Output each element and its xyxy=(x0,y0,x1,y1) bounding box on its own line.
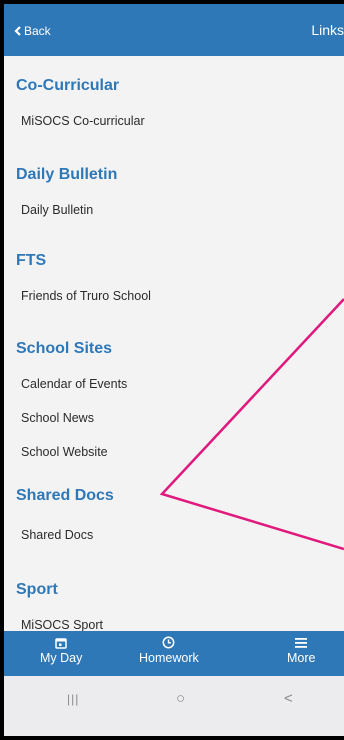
calendar-icon xyxy=(55,634,67,651)
phone-screen: Back Links Co-Curricular MiSOCS Co-curri… xyxy=(4,4,344,736)
nav-my-day-label: My Day xyxy=(40,651,83,665)
top-bar: Back Links xyxy=(4,4,344,56)
link-calendar-of-events[interactable]: Calendar of Events xyxy=(21,377,127,391)
page-title: Links xyxy=(311,22,344,38)
chevron-left-icon xyxy=(14,26,21,36)
back-button[interactable]: Back xyxy=(14,24,51,38)
clock-icon xyxy=(162,634,175,651)
link-friends-of-truro-school[interactable]: Friends of Truro School xyxy=(21,289,151,303)
link-misocs-co-curricular[interactable]: MiSOCS Co-curricular xyxy=(21,114,145,128)
back-label: Back xyxy=(24,24,51,38)
section-heading-school-sites: School Sites xyxy=(16,340,113,357)
link-daily-bulletin[interactable]: Daily Bulletin xyxy=(21,203,93,217)
recents-button[interactable]: ||| xyxy=(67,692,79,706)
home-button[interactable]: ○ xyxy=(176,690,185,707)
section-heading-co-curricular: Co-Curricular xyxy=(16,77,120,94)
nav-more-label: More xyxy=(287,651,316,665)
section-heading-fts: FTS xyxy=(16,252,47,269)
system-back-button[interactable]: < xyxy=(284,690,293,707)
link-school-news[interactable]: School News xyxy=(21,411,94,425)
bottom-nav: My Day Homework More xyxy=(4,631,344,676)
system-nav-bar: ||| ○ < xyxy=(4,676,344,736)
section-heading-shared-docs: Shared Docs xyxy=(16,487,114,504)
nav-homework[interactable]: Homework xyxy=(139,634,199,665)
nav-homework-label: Homework xyxy=(139,651,199,665)
link-shared-docs[interactable]: Shared Docs xyxy=(21,528,93,542)
link-school-website[interactable]: School Website xyxy=(21,445,108,459)
section-heading-daily-bulletin: Daily Bulletin xyxy=(16,166,118,183)
nav-my-day[interactable]: My Day xyxy=(40,634,82,665)
nav-more[interactable]: More xyxy=(287,634,315,665)
section-heading-sport: Sport xyxy=(16,581,58,598)
link-misocs-sport[interactable]: MiSOCS Sport xyxy=(21,618,103,632)
menu-icon xyxy=(295,634,308,651)
